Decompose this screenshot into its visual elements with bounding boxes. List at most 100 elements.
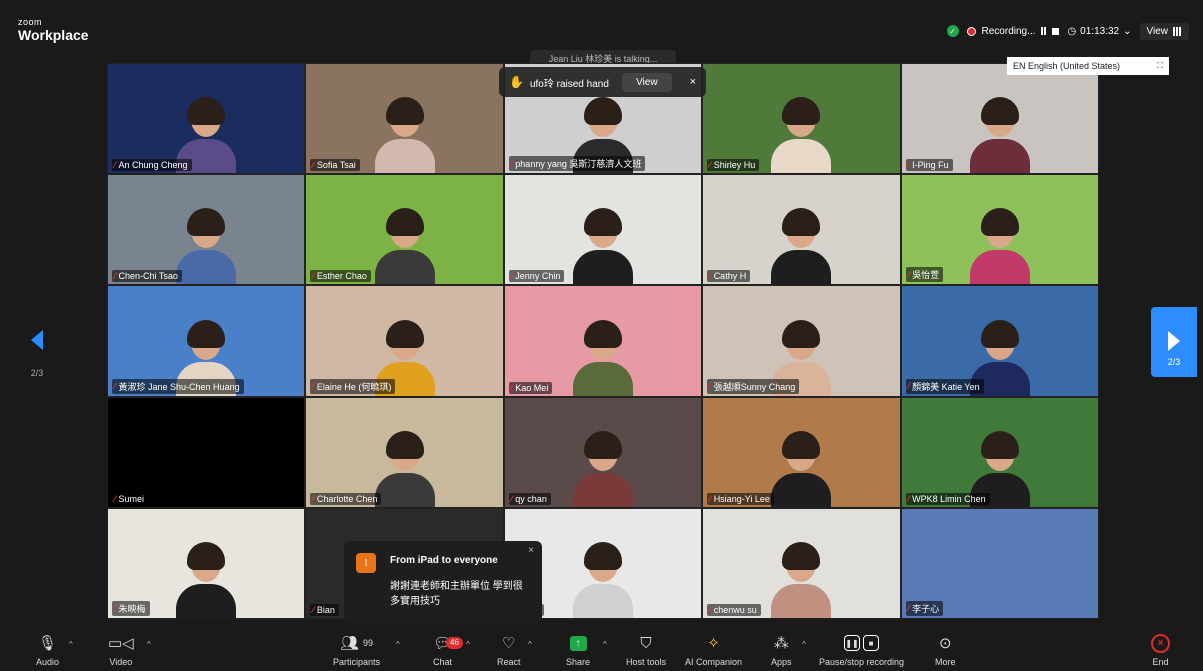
muted-mic-icon: ⁄	[907, 493, 910, 504]
apps-button[interactable]: ⁂ Apps	[771, 632, 792, 667]
react-button[interactable]: ♡ React	[497, 632, 521, 667]
end-icon: ×	[1151, 633, 1170, 653]
participant-name-label: ⁄ Chen-Chi Tsao	[112, 270, 182, 283]
participant-name-label: ⁄ WPK8 Limin Chen	[905, 492, 990, 505]
participant-tile[interactable]: ⁄ qy chan	[503, 396, 703, 508]
participant-tile[interactable]: ⁄ WPK8 Limin Chen	[900, 396, 1099, 508]
close-icon[interactable]: ×	[528, 545, 534, 556]
participants-caret-icon[interactable]: ^	[396, 640, 400, 649]
share-button[interactable]: ↑ Share	[566, 632, 590, 667]
muted-mic-icon: ⁄	[907, 160, 910, 171]
raise-hand-view-button[interactable]: View	[622, 72, 672, 92]
muted-mic-icon: ⁄	[114, 160, 116, 171]
participant-tile[interactable]: ⁄ Jenny Chin	[503, 174, 703, 286]
participant-tile[interactable]: ⁄ Hsiang-Yi Lee	[702, 396, 901, 508]
ai-companion-button[interactable]: ✧ AI Companion	[685, 632, 742, 667]
apps-caret-icon[interactable]: ^	[802, 640, 806, 649]
audio-options-caret-icon[interactable]: ^	[69, 640, 73, 649]
sender-avatar: I	[356, 553, 376, 573]
muted-mic-icon: ⁄	[510, 158, 513, 169]
participant-tile[interactable]: ⁄ Chen-Chi Tsao	[107, 174, 306, 286]
pause-recording-icon[interactable]	[1041, 27, 1047, 35]
participant-tile[interactable]: ⁄ Charlotte Chen	[305, 396, 504, 508]
participant-tile[interactable]: ⁄ Kao Mei	[503, 285, 703, 397]
participant-name: Shirley Hu	[713, 160, 756, 171]
top-bar: zoom Workplace ✓ Recording... ◷ 01:13:32…	[0, 0, 1203, 50]
muted-mic-icon: ⁄	[114, 381, 116, 392]
participant-name-label: ⁄ Shirley Hu	[707, 159, 760, 172]
chat-caret-icon[interactable]: ^	[466, 640, 470, 649]
captions-language-bar[interactable]: EN English (United States) ⛶	[1007, 57, 1169, 75]
end-meeting-button[interactable]: × End	[1151, 632, 1170, 667]
participant-name: Sumei	[118, 493, 145, 504]
pause-stop-icon: ❚❚ ■	[844, 635, 880, 651]
recording-indicator[interactable]: Recording...	[966, 26, 1060, 37]
participant-tile[interactable]: ⁄ chenwu su	[702, 507, 901, 619]
participant-name: An Chung Cheng	[118, 160, 188, 171]
participant-video	[171, 538, 241, 618]
muted-mic-icon: ⁄	[312, 271, 314, 282]
participant-tile[interactable]: ⁄ 吳怡萱	[900, 174, 1099, 286]
participant-name-label: ⁄ Esther Chao	[310, 270, 371, 283]
timer-value: 01:13:32	[1080, 25, 1120, 37]
page-indicator-right: 2/3	[1167, 357, 1181, 367]
video-options-caret-icon[interactable]: ^	[147, 640, 151, 649]
participant-tile[interactable]: ⁄ 黃淑珍 Jane Shu-Chen Huang	[107, 285, 306, 397]
participant-name: Charlotte Chen	[316, 493, 378, 504]
previous-page-button[interactable]: 2/3	[22, 330, 52, 378]
muted-mic-icon: ⁄	[709, 381, 711, 392]
muted-mic-icon: ⁄	[709, 271, 711, 282]
participant-name-label: ⁄ I-Ping Fu	[905, 159, 953, 172]
raised-hand-icon: ✋	[509, 75, 524, 89]
participant-tile[interactable]: ⁄ 張越順Sunny Chang	[702, 285, 901, 397]
sparkle-icon: ✧	[707, 635, 720, 652]
muted-mic-icon: ⁄	[907, 381, 910, 392]
participant-tile[interactable]: ⁄ 顏錦美 Katie Yen	[900, 285, 1099, 397]
expand-icon[interactable]: ⛶	[1157, 61, 1163, 71]
view-button[interactable]: View	[1139, 22, 1189, 40]
chat-notification-popup[interactable]: I From iPad to everyone 謝謝連老師和主辦單位 學到很多實…	[344, 541, 542, 623]
share-caret-icon[interactable]: ^	[603, 640, 607, 649]
close-icon[interactable]: ×	[690, 76, 696, 88]
share-label: Share	[566, 657, 591, 667]
participant-tile[interactable]: ⁄ Sumei	[107, 396, 306, 508]
participant-tile[interactable]: ⁄ 李子心	[900, 507, 1099, 619]
next-page-button[interactable]: 2/3	[1151, 307, 1197, 377]
pause-stop-recording-button[interactable]: ❚❚ ■ Pause/stop recording	[819, 632, 904, 667]
participant-tile[interactable]: ⁄ Cathy H	[702, 174, 901, 286]
muted-mic-icon: ⁄	[510, 271, 513, 282]
meeting-timer[interactable]: ◷ 01:13:32 ⌄	[1067, 26, 1131, 37]
participant-tile[interactable]: ⁄ An Chung Cheng	[107, 63, 306, 175]
participant-tile[interactable]: ⁄ 朱映梅	[107, 507, 306, 619]
security-shield-icon[interactable]: ✓	[946, 25, 959, 37]
participant-name-label: ⁄ 黃淑珍 Jane Shu-Chen Huang	[112, 378, 244, 394]
pause-stop-label: Pause/stop recording	[819, 657, 905, 667]
zoom-workplace-logo: zoom Workplace	[18, 18, 89, 43]
muted-mic-icon: ⁄	[114, 603, 116, 614]
arrow-right-icon	[1168, 331, 1180, 351]
stop-recording-icon[interactable]	[1052, 27, 1060, 35]
host-tools-button[interactable]: ⛉ Host tools	[626, 632, 666, 668]
page-indicator-left: 2/3	[30, 368, 44, 378]
participants-button[interactable]: 👥︎ 99 Participants	[333, 632, 380, 667]
view-label: View	[1146, 25, 1169, 37]
participant-name: Bian	[316, 604, 335, 615]
more-button[interactable]: ⊙ More	[935, 632, 956, 667]
participant-tile[interactable]: ⁄ Sofia Tsai	[305, 63, 504, 175]
participant-name-label: ⁄ Sumei	[112, 492, 149, 505]
participant-tile[interactable]: ⁄ Esther Chao	[305, 174, 504, 286]
participant-tile[interactable]: ⁄ I-Ping Fu	[900, 63, 1099, 175]
video-button[interactable]: ▭◁ Video	[108, 632, 134, 667]
muted-mic-icon: ⁄	[510, 382, 513, 393]
more-icon: ⊙	[938, 635, 952, 652]
chat-label: Chat	[433, 657, 453, 667]
participant-name: WPK8 Limin Chen	[912, 493, 986, 504]
participant-video	[766, 538, 836, 618]
participant-tile[interactable]: ⁄ Elaine He (何曉琪)	[305, 285, 504, 397]
muted-mic-icon: ⁄	[709, 604, 711, 615]
react-caret-icon[interactable]: ^	[528, 640, 532, 649]
participant-tile[interactable]: ⁄ Shirley Hu	[702, 63, 901, 175]
participant-name: 顏錦美 Katie Yen	[912, 381, 980, 392]
video-label: Video	[109, 657, 133, 667]
audio-button[interactable]: 🎙︎ Audio	[36, 632, 59, 667]
